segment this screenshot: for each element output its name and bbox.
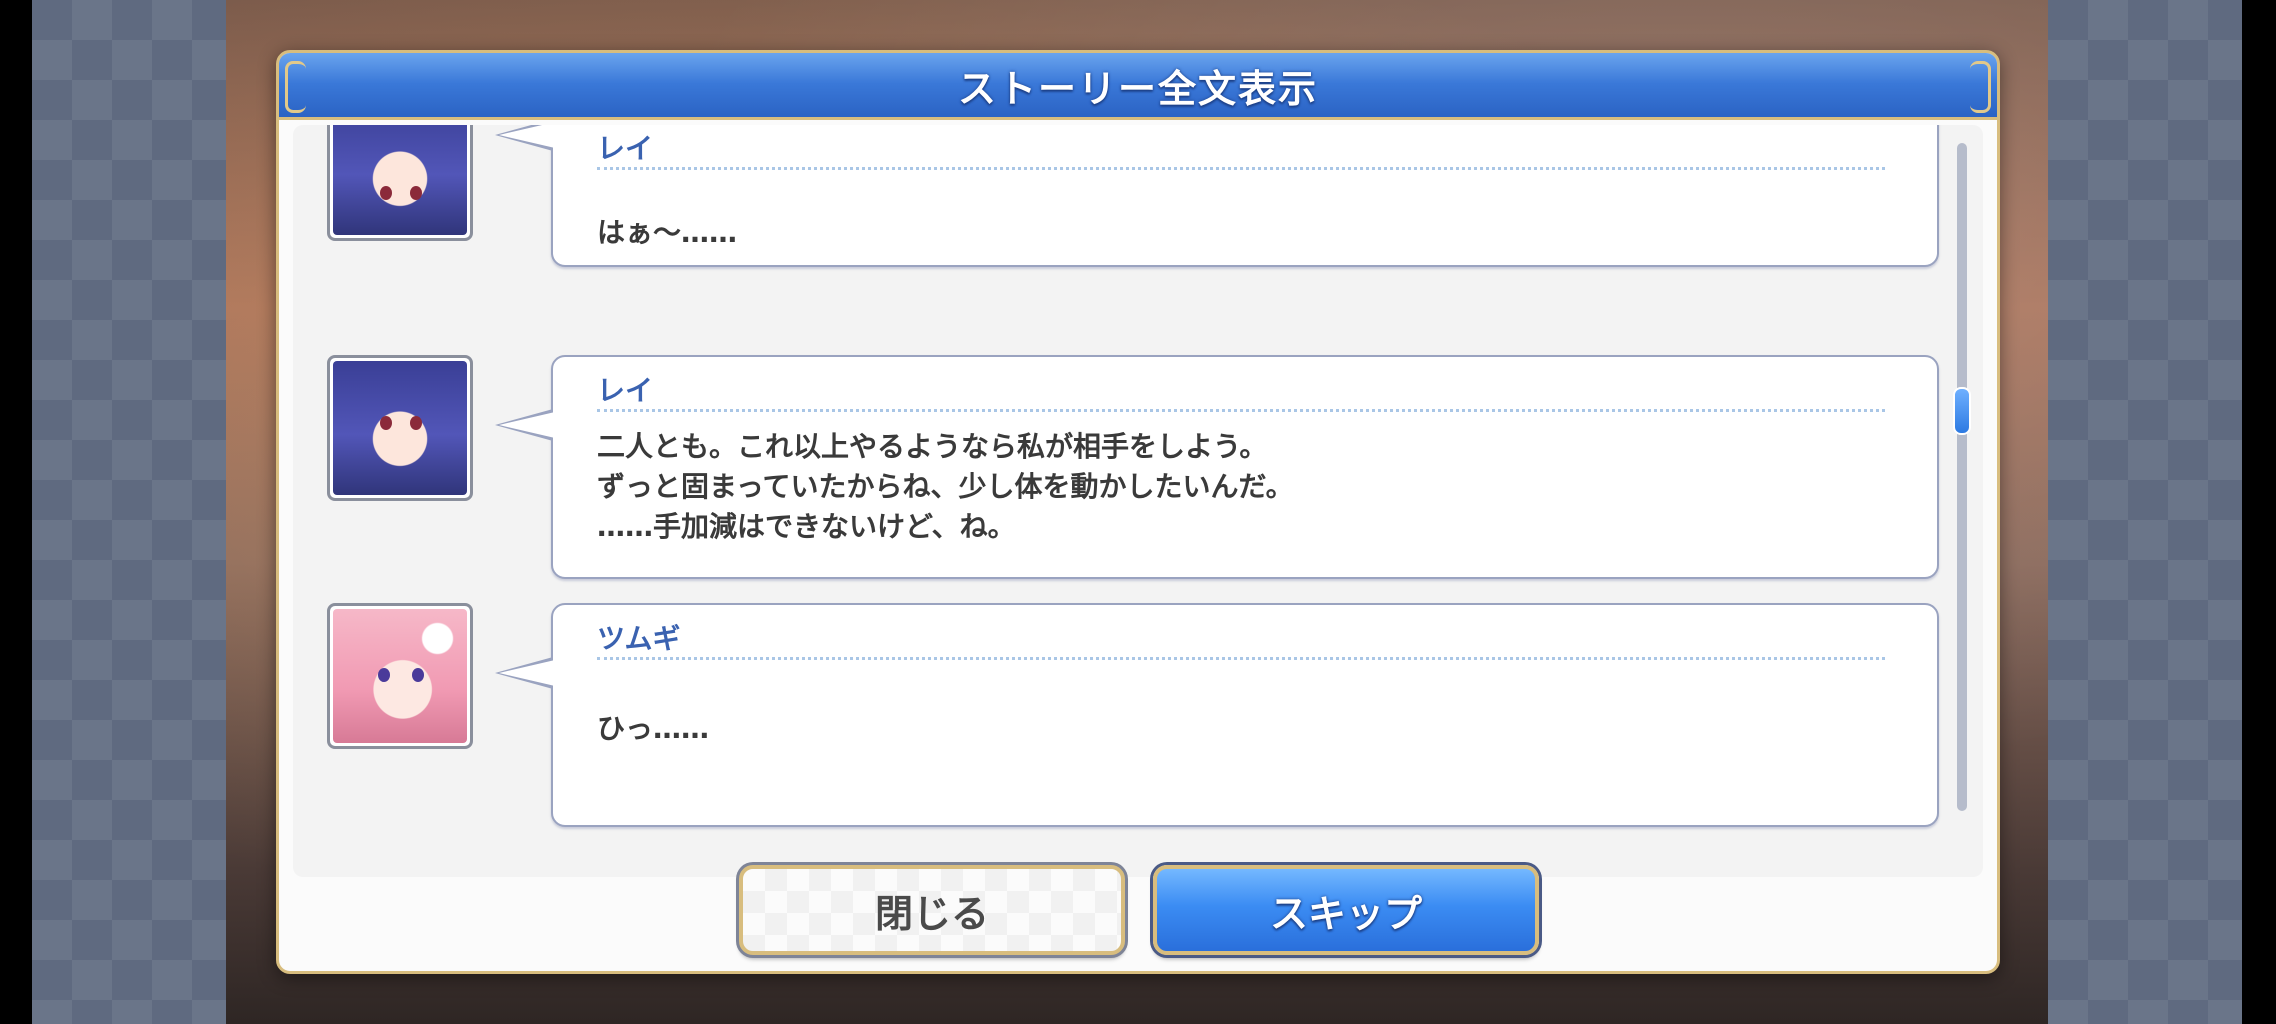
dialogue-text: 二人とも。これ以上やるようなら私が相手をしよう。 ずっと固まっていたからね、少し… [597,427,1294,547]
story-log-dialog: ストーリー全文表示 レイ はぁ～…… レイ 二人とも。これ以上やるようなら私が相… [276,50,2000,974]
close-button-label: 閉じる [874,891,989,936]
rei-portrait-icon [327,125,473,241]
title-ornament-right-icon [1970,61,1991,113]
dialog-title-bar: ストーリー全文表示 [279,53,1997,120]
dialogue-line: ずっと固まっていたからね、少し体を動かしたいんだ。 [597,470,1294,503]
tsumugi-portrait-icon [327,603,473,749]
dialogue-line: 二人とも。これ以上やるようなら私が相手をしよう。 [597,430,1268,463]
rei-portrait-icon [327,355,473,501]
close-button[interactable]: 閉じる [739,865,1125,955]
dialogue-text: ひっ…… [597,709,709,749]
dialogue-line: ひっ…… [597,712,710,745]
dialog-title: ストーリー全文表示 [957,66,1318,111]
dialogue-text: はぁ～…… [597,213,737,253]
speech-bubble: レイ はぁ～…… [495,125,1939,267]
speaker-divider [597,409,1885,412]
skip-button[interactable]: スキップ [1153,865,1539,955]
scrollbar-thumb[interactable] [1953,387,1971,435]
background-pattern-left [32,0,226,1024]
dialogue-line: ……手加減はできないけど、ね。 [597,510,1016,543]
speaker-divider [597,167,1885,170]
background-pattern-right [2048,0,2242,1024]
title-ornament-left-icon [285,61,306,113]
speaker-name: レイ [597,374,654,407]
skip-button-label: スキップ [1269,891,1422,936]
speech-bubble: ツムギ ひっ…… [495,603,1939,827]
speaker-name: ツムギ [597,622,681,655]
speaker-name: レイ [597,132,654,165]
speaker-divider [597,657,1885,660]
dialogue-line: はぁ～…… [597,216,738,249]
scrollbar-track[interactable] [1957,143,1967,811]
speech-bubble: レイ 二人とも。これ以上やるようなら私が相手をしよう。 ずっと固まっていたからね… [495,355,1939,579]
story-log-list[interactable]: レイ はぁ～…… レイ 二人とも。これ以上やるようなら私が相手をしよう。 ずっと… [293,125,1983,877]
